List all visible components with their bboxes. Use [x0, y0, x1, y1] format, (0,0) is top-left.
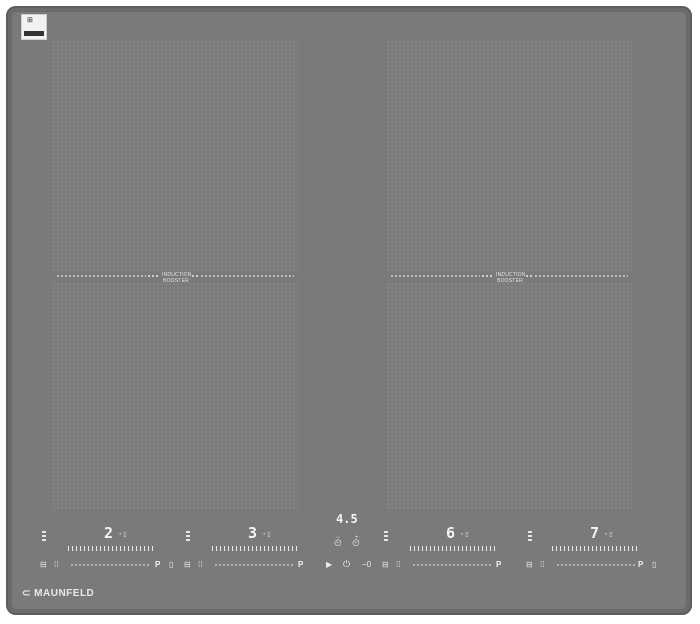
booster-dot	[490, 275, 492, 277]
booster-dot	[152, 275, 154, 277]
booster-dot	[530, 275, 532, 277]
zone-right-top[interactable]	[386, 40, 632, 272]
keep-warm-icon[interactable]: ▯	[652, 561, 656, 569]
booster-dot	[156, 275, 158, 277]
keep-warm-icon[interactable]: ▯	[169, 561, 173, 569]
zone-level-display-1: 2	[104, 524, 114, 542]
zone-left-bottom[interactable]	[52, 282, 298, 510]
zone-selector-2[interactable]	[186, 531, 190, 543]
brand-logo: ⊂ MAUNFELD	[22, 588, 94, 599]
boost-p-button-2[interactable]: P	[298, 561, 303, 569]
zone-level-display-3: 6	[446, 524, 456, 542]
booster-dot	[192, 275, 194, 277]
booster-dots-left-a	[56, 275, 146, 277]
timer-display: 4.5	[336, 512, 358, 526]
bridge-icon[interactable]: ⁞⁞	[396, 561, 400, 569]
zone-left-top[interactable]	[52, 40, 298, 272]
booster-dot	[486, 275, 488, 277]
timer-icon: ◔ ▯	[460, 532, 469, 538]
pause-icon[interactable]: ⊟	[382, 561, 389, 569]
play-pause-icon[interactable]: ▶	[326, 561, 332, 569]
boost-p-button-4[interactable]: P	[638, 561, 643, 569]
booster-line2: BOOSTER	[497, 278, 523, 284]
power-slider-1[interactable]	[68, 546, 154, 551]
brand-name: MAUNFELD	[34, 588, 95, 599]
pause-icon[interactable]: ⊟	[184, 561, 191, 569]
zone-level-display-2: 3	[248, 524, 258, 542]
booster-dots-left-b	[200, 275, 294, 277]
lock-button[interactable]: −0	[362, 561, 371, 569]
zone-selector-3[interactable]	[384, 531, 388, 543]
timer-icon: ◔ ▯	[262, 532, 271, 538]
timer-icon: ◔ ▯	[604, 532, 613, 538]
booster-dot	[482, 275, 484, 277]
spec-label-plate: ⊞	[21, 14, 47, 40]
zone-right-bottom[interactable]	[386, 282, 632, 510]
pause-icon[interactable]: ⊟	[40, 561, 47, 569]
timer-plus-button-icon[interactable]: ⏲	[352, 539, 360, 549]
booster-label-left[interactable]: INDUCTION BOOSTER	[162, 272, 191, 284]
power-scale-2	[214, 564, 294, 566]
timer-icon: ◔ ▯	[118, 532, 127, 538]
boost-p-button-3[interactable]: P	[496, 561, 501, 569]
booster-label-right[interactable]: INDUCTION BOOSTER	[496, 272, 525, 284]
label-stripe	[24, 31, 44, 36]
bridge-icon[interactable]: ⁞⁞	[198, 561, 202, 569]
brand-logo-icon: ⊂	[22, 588, 31, 599]
booster-dots-right-a	[390, 275, 480, 277]
booster-line2: BOOSTER	[163, 278, 189, 284]
bridge-icon[interactable]: ⁞⁞	[54, 561, 58, 569]
power-slider-3[interactable]	[410, 546, 496, 551]
bridge-icon[interactable]: ⁞⁞	[540, 561, 544, 569]
booster-dot	[526, 275, 528, 277]
ce-mark-icon: ⊞	[27, 17, 33, 24]
boost-p-button-1[interactable]: P	[155, 561, 160, 569]
zone-selector-1[interactable]	[42, 531, 46, 543]
power-scale-4	[556, 564, 636, 566]
booster-dot	[148, 275, 150, 277]
booster-dot	[196, 275, 198, 277]
power-slider-2[interactable]	[212, 546, 298, 551]
zone-selector-4[interactable]	[528, 531, 532, 543]
pause-icon[interactable]: ⊟	[526, 561, 533, 569]
zone-level-display-4: 7	[590, 524, 600, 542]
power-scale-1	[70, 564, 150, 566]
power-button-icon[interactable]: ⏻	[343, 560, 350, 569]
booster-dots-right-b	[534, 275, 628, 277]
power-scale-3	[412, 564, 492, 566]
power-slider-4[interactable]	[552, 546, 638, 551]
timer-minus-button-icon[interactable]: ⏲	[334, 539, 342, 549]
